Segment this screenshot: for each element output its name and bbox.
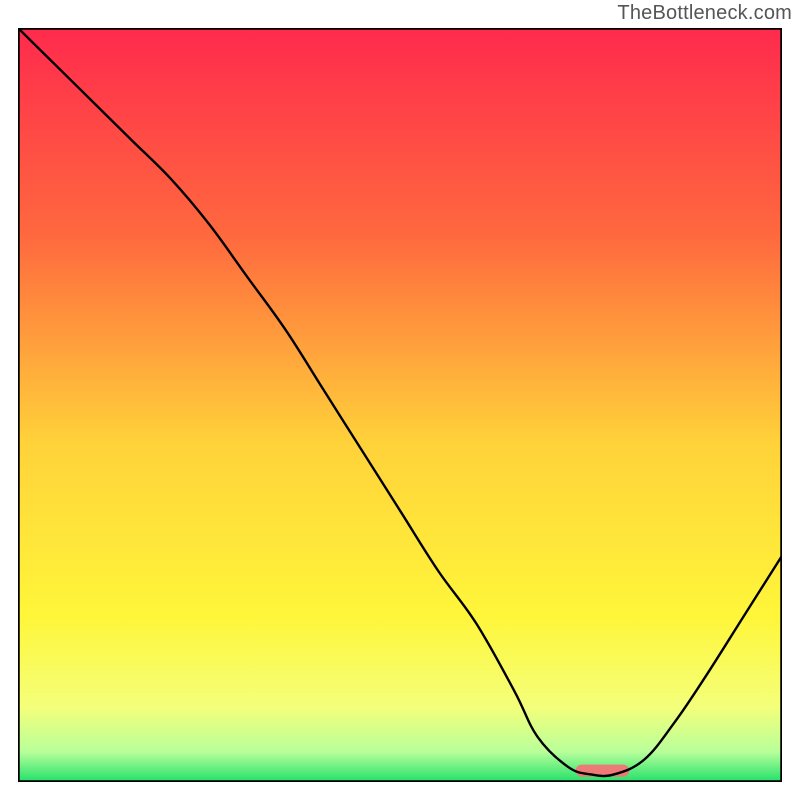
attribution-label: TheBottleneck.com — [617, 2, 792, 25]
chart-svg — [18, 28, 782, 782]
chart-plot-area — [18, 28, 782, 782]
